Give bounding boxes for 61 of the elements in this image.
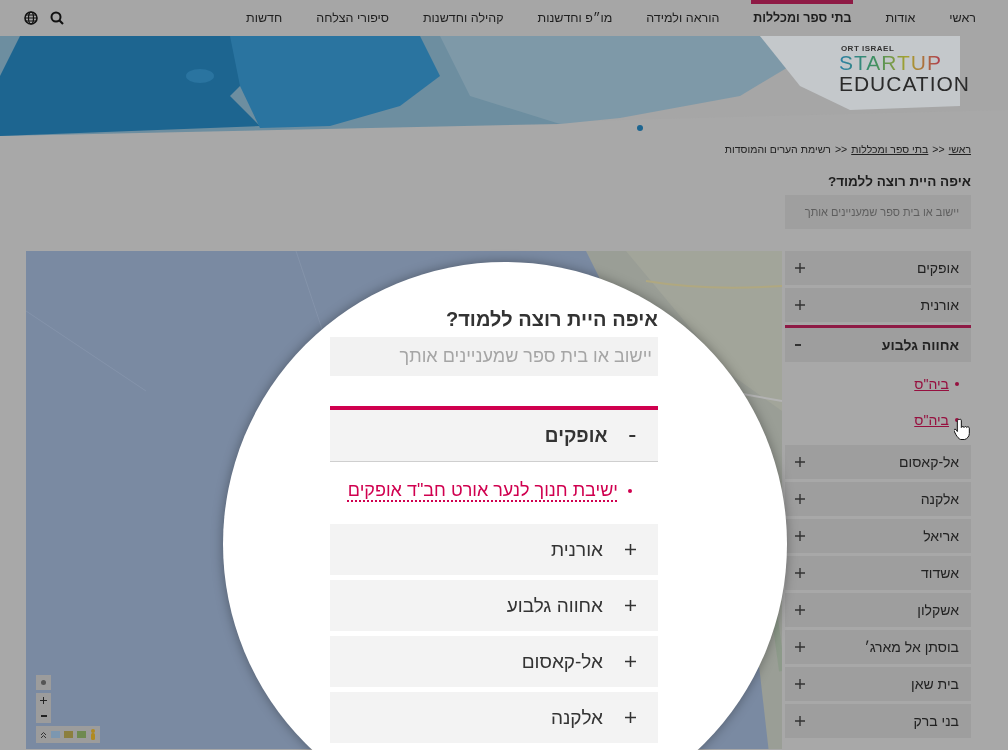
plus-icon: [795, 494, 805, 504]
city-accordion-header[interactable]: בית שאן: [785, 667, 971, 701]
plus-icon: [625, 600, 636, 611]
plus-icon: [40, 697, 47, 704]
city-accordion-header[interactable]: אורנית: [785, 288, 971, 322]
city-accordion-header[interactable]: בני ברק: [785, 704, 971, 738]
nav-link[interactable]: ראשי: [947, 0, 978, 36]
plus-icon: [625, 712, 636, 723]
school-link[interactable]: ישיבת חנוך לנער אורט חב"ד אופקים: [330, 480, 632, 501]
breadcrumb-separator: >>: [932, 143, 945, 155]
plus-icon: [795, 300, 805, 310]
plus-icon: [795, 679, 805, 689]
zoom-out-button[interactable]: [36, 708, 51, 723]
plus-icon: [625, 544, 636, 555]
plus-icon: [795, 716, 805, 726]
breadcrumb-current: רשימת הערים והמוסדות: [724, 143, 831, 155]
minus-icon: [40, 714, 47, 717]
nav-link[interactable]: קהילה וחדשנות: [420, 0, 506, 36]
logo-caption: ORT ISRAEL: [840, 44, 895, 53]
plus-icon: [795, 531, 805, 541]
city-accordion-header[interactable]: אל-קאסום: [330, 636, 658, 687]
plus-icon: [795, 263, 805, 273]
plus-icon: [795, 457, 805, 467]
zoom-in-button[interactable]: [36, 693, 51, 708]
city-accordion-header[interactable]: אורנית: [330, 524, 658, 575]
search-heading: איפה היית רוצה ללמוד?: [826, 174, 971, 189]
nav-link[interactable]: מו״פ וחדשנות: [535, 0, 615, 36]
plus-icon: [795, 568, 805, 578]
minus-icon: [629, 434, 636, 437]
globe-icon[interactable]: [24, 11, 38, 25]
chevron-up-icon[interactable]: [40, 730, 47, 739]
school-link[interactable]: ביה"ס: [785, 376, 959, 392]
dot-icon: [41, 680, 46, 685]
city-accordion-header[interactable]: אריאל: [785, 519, 971, 553]
city-accordion-header[interactable]: אחווה גלבוע: [330, 580, 658, 631]
city-accordion-header[interactable]: אופקים: [330, 406, 658, 462]
search-icon[interactable]: [50, 11, 64, 25]
nav-link[interactable]: חדשות: [244, 0, 285, 36]
city-accordion-header[interactable]: אופקים: [785, 251, 971, 285]
search-field[interactable]: יישוב או בית ספר שמעניינים אותך: [330, 337, 658, 376]
city-accordion-header[interactable]: אלקנה: [785, 482, 971, 516]
city-accordion-header[interactable]: אשדוד: [785, 556, 971, 590]
locate-button[interactable]: [36, 675, 51, 690]
breadcrumb-link[interactable]: בתי ספר ומכללות: [851, 143, 929, 155]
nav-link[interactable]: הוראה ולמידה: [644, 0, 722, 36]
search-heading: איפה היית רוצה ללמוד?: [445, 308, 658, 331]
logo-text: EDUCATION: [838, 73, 970, 95]
nav-link[interactable]: אודות: [883, 0, 918, 36]
city-accordion-header[interactable]: בוסתן אל מארג׳: [785, 630, 971, 664]
city-accordion-header[interactable]: אלקנה: [330, 692, 658, 743]
breadcrumb-separator: >>: [834, 143, 848, 155]
city-accordion-header[interactable]: אחווה גלבוע: [785, 325, 971, 362]
plus-icon: [795, 642, 805, 652]
city-accordion-header[interactable]: אשקלון: [785, 593, 971, 627]
plus-icon: [795, 605, 805, 615]
nav-link[interactable]: סיפורי הצלחה: [314, 0, 391, 36]
search-field[interactable]: יישוב או בית ספר שמעניינים אותך: [785, 195, 971, 229]
breadcrumb-link[interactable]: ראשי: [948, 143, 971, 155]
plus-icon: [625, 656, 636, 667]
city-accordion-header[interactable]: אל-קאסום: [785, 445, 971, 479]
minus-icon: [795, 344, 801, 346]
